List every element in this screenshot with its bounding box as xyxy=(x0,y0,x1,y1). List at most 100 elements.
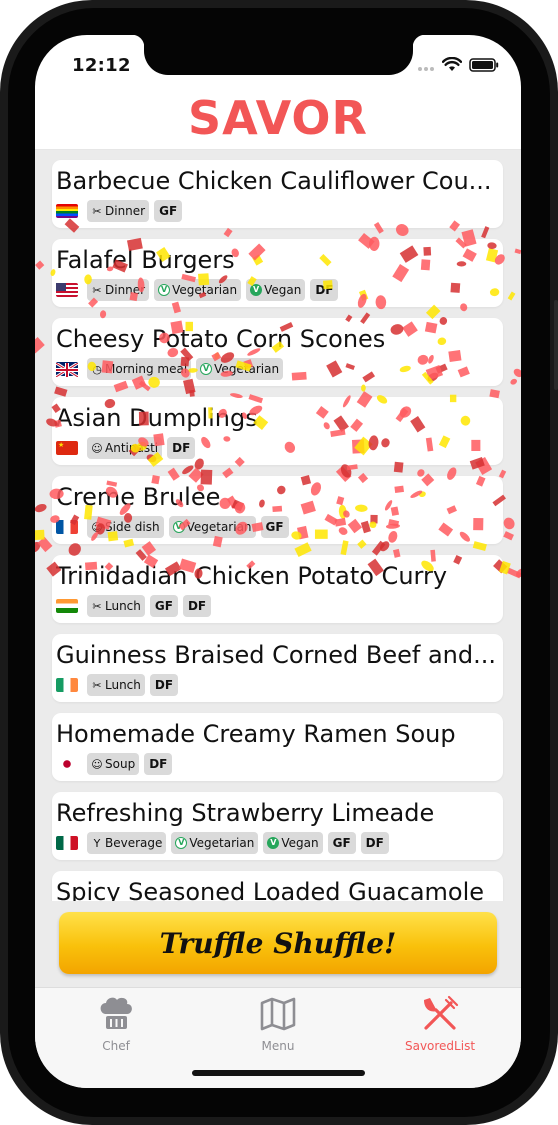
utensils-icon: ✂ xyxy=(92,599,102,613)
screen: 12:12 SAVOR Barbecue Chicken Cauliflower… xyxy=(35,35,521,1088)
recipe-title: Refreshing Strawberry Limeade xyxy=(56,799,435,827)
recipe-list[interactable]: Barbecue Chicken Cauliflower Cou... ✂ Dinn… xyxy=(35,150,521,901)
category-tag: V Vegan xyxy=(263,832,323,854)
diet-badge: GF xyxy=(260,516,289,538)
diet-badge: GF xyxy=(149,595,178,617)
utensils-icon xyxy=(420,995,460,1037)
tab-menu-label: Menu xyxy=(261,1039,295,1053)
confetti-piece xyxy=(223,227,233,238)
tag-label: Soup xyxy=(105,757,136,771)
side-button xyxy=(554,300,558,390)
category-tag: ✂ Lunch xyxy=(87,595,145,617)
recipe-tags: ◷ Morning meal V Vegetarian xyxy=(55,358,284,380)
category-tag: V Vegetarian xyxy=(171,832,259,854)
recipe-title: Trinidadian Chicken Potato Curry xyxy=(56,562,448,590)
signal-icon xyxy=(417,57,435,76)
home-indicator xyxy=(192,1070,365,1076)
recipe-card[interactable]: Spicy Seasoned Loaded Guacamole xyxy=(52,871,503,901)
map-icon xyxy=(258,997,298,1037)
flag-japan-icon xyxy=(56,757,78,771)
tag-label: Vegetarian xyxy=(172,283,238,297)
smile-icon: ☺ xyxy=(91,441,103,455)
clock-icon: ◷ xyxy=(92,362,102,376)
confetti-piece xyxy=(513,368,521,378)
confetti-piece xyxy=(507,291,516,301)
wifi-icon xyxy=(441,56,463,76)
recipe-card[interactable]: Homemade Creamy Ramen Soup ☺ Soup DF xyxy=(52,713,503,781)
vegan-icon: V xyxy=(250,284,263,296)
tab-savoredlist-label: SavoredList xyxy=(404,1039,476,1053)
tag-label: Vegetarian xyxy=(186,520,252,534)
flag-rainbow-icon xyxy=(56,204,78,218)
recipe-card[interactable]: Creme Brulee ☺ Side dish V Vegetarian GF xyxy=(52,476,503,544)
recipe-tags: ★ ☺ Antipasti DF xyxy=(56,437,196,459)
recipe-tags: ✂ Lunch DF xyxy=(56,674,179,696)
confetti-piece xyxy=(514,248,521,255)
vegetarian-icon: V xyxy=(200,363,213,375)
recipe-card[interactable]: Cheesy Potato Corn Scones ◷ Morning meal V V… xyxy=(52,318,503,386)
confetti-piece xyxy=(506,567,521,579)
status-icons xyxy=(417,56,499,76)
tab-savoredlist[interactable]: SavoredList xyxy=(380,994,500,1053)
category-tag: ✂ Dinner xyxy=(87,279,150,301)
recipe-title: Falafel Burgers xyxy=(56,246,235,274)
confetti-piece xyxy=(503,517,515,530)
confetti-piece xyxy=(35,337,45,354)
diet-badge: DF xyxy=(310,279,339,301)
flag-us-icon xyxy=(56,283,78,297)
diet-badge: DF xyxy=(360,832,389,854)
diet-badge: DF xyxy=(167,437,196,459)
tag-label: Lunch xyxy=(105,678,141,692)
tag-label: Vegan xyxy=(281,836,319,850)
tab-menu[interactable]: Menu xyxy=(218,994,338,1053)
diet-badge: GF xyxy=(327,832,356,854)
diet-badge: GF xyxy=(154,200,183,222)
recipe-card[interactable]: Barbecue Chicken Cauliflower Cou... ✂ Dinn… xyxy=(52,160,503,228)
app-title: SAVOR xyxy=(188,91,368,145)
tag-label: Vegan xyxy=(264,283,302,297)
notch xyxy=(132,35,425,75)
tag-label: Dinner xyxy=(105,204,146,218)
category-tag: V Vegetarian xyxy=(196,358,284,380)
recipe-card[interactable]: Falafel Burgers ✂ Dinner V Vegetarian V Vegan D… xyxy=(52,239,503,307)
utensils-icon: ✂ xyxy=(92,678,102,692)
flag-ireland-icon xyxy=(56,678,78,692)
recipe-tags: ✂ Dinner V Vegetarian V Vegan DF xyxy=(56,279,339,301)
smile-icon: ☺ xyxy=(91,520,103,534)
recipe-title: Guinness Braised Corned Beef and... xyxy=(56,641,496,669)
confetti-piece xyxy=(35,504,47,513)
category-tag: ☺ Antipasti xyxy=(87,437,163,459)
tab-chef[interactable]: Chef xyxy=(56,994,176,1053)
recipe-tags: ☺ Soup DF xyxy=(56,753,173,775)
tag-label: Dinner xyxy=(105,283,146,297)
chef-hat-icon xyxy=(96,997,136,1037)
recipe-tags: ✂ Dinner GF xyxy=(56,200,183,222)
vegetarian-icon: V xyxy=(158,284,171,296)
recipe-title: Homemade Creamy Ramen Soup xyxy=(56,720,456,748)
glass-icon: Y xyxy=(93,836,101,850)
confetti-piece xyxy=(35,260,45,270)
flag-india-icon xyxy=(56,599,78,613)
recipe-card[interactable]: Asian Dumplings ★ ☺ Antipasti DF xyxy=(52,397,503,465)
recipe-tags: ☺ Side dish V Vegetarian GF xyxy=(56,516,289,538)
recipe-tags: ✂ Lunch GF DF xyxy=(56,595,212,617)
recipe-tags: Y Beverage V Vegetarian V Vegan GF DF xyxy=(56,832,389,854)
recipe-title: Barbecue Chicken Cauliflower Cou... xyxy=(56,167,492,195)
tag-label: Beverage xyxy=(105,836,163,850)
diet-badge: DF xyxy=(182,595,212,617)
category-tag: ☺ Side dish xyxy=(87,516,164,538)
category-tag: V Vegetarian xyxy=(168,516,256,538)
recipe-card[interactable]: Trinidadian Chicken Potato Curry ✂ Lunch GF… xyxy=(52,555,503,623)
shuffle-button[interactable]: Truffle Shuffle! xyxy=(59,912,497,974)
confetti-piece xyxy=(35,529,45,541)
category-tag: ◷ Morning meal xyxy=(87,358,192,380)
confetti-piece xyxy=(510,378,517,385)
confetti-piece xyxy=(516,568,521,578)
utensils-icon: ✂ xyxy=(92,283,102,297)
flag-france-icon xyxy=(56,520,78,534)
confetti-piece xyxy=(54,386,68,397)
recipe-card[interactable]: Refreshing Strawberry Limeade Y Beverage V V… xyxy=(52,792,503,860)
recipe-title: Creme Brulee xyxy=(56,483,221,511)
recipe-card[interactable]: Guinness Braised Corned Beef and... ✂ Lunc… xyxy=(52,634,503,702)
confetti-piece xyxy=(503,531,514,541)
